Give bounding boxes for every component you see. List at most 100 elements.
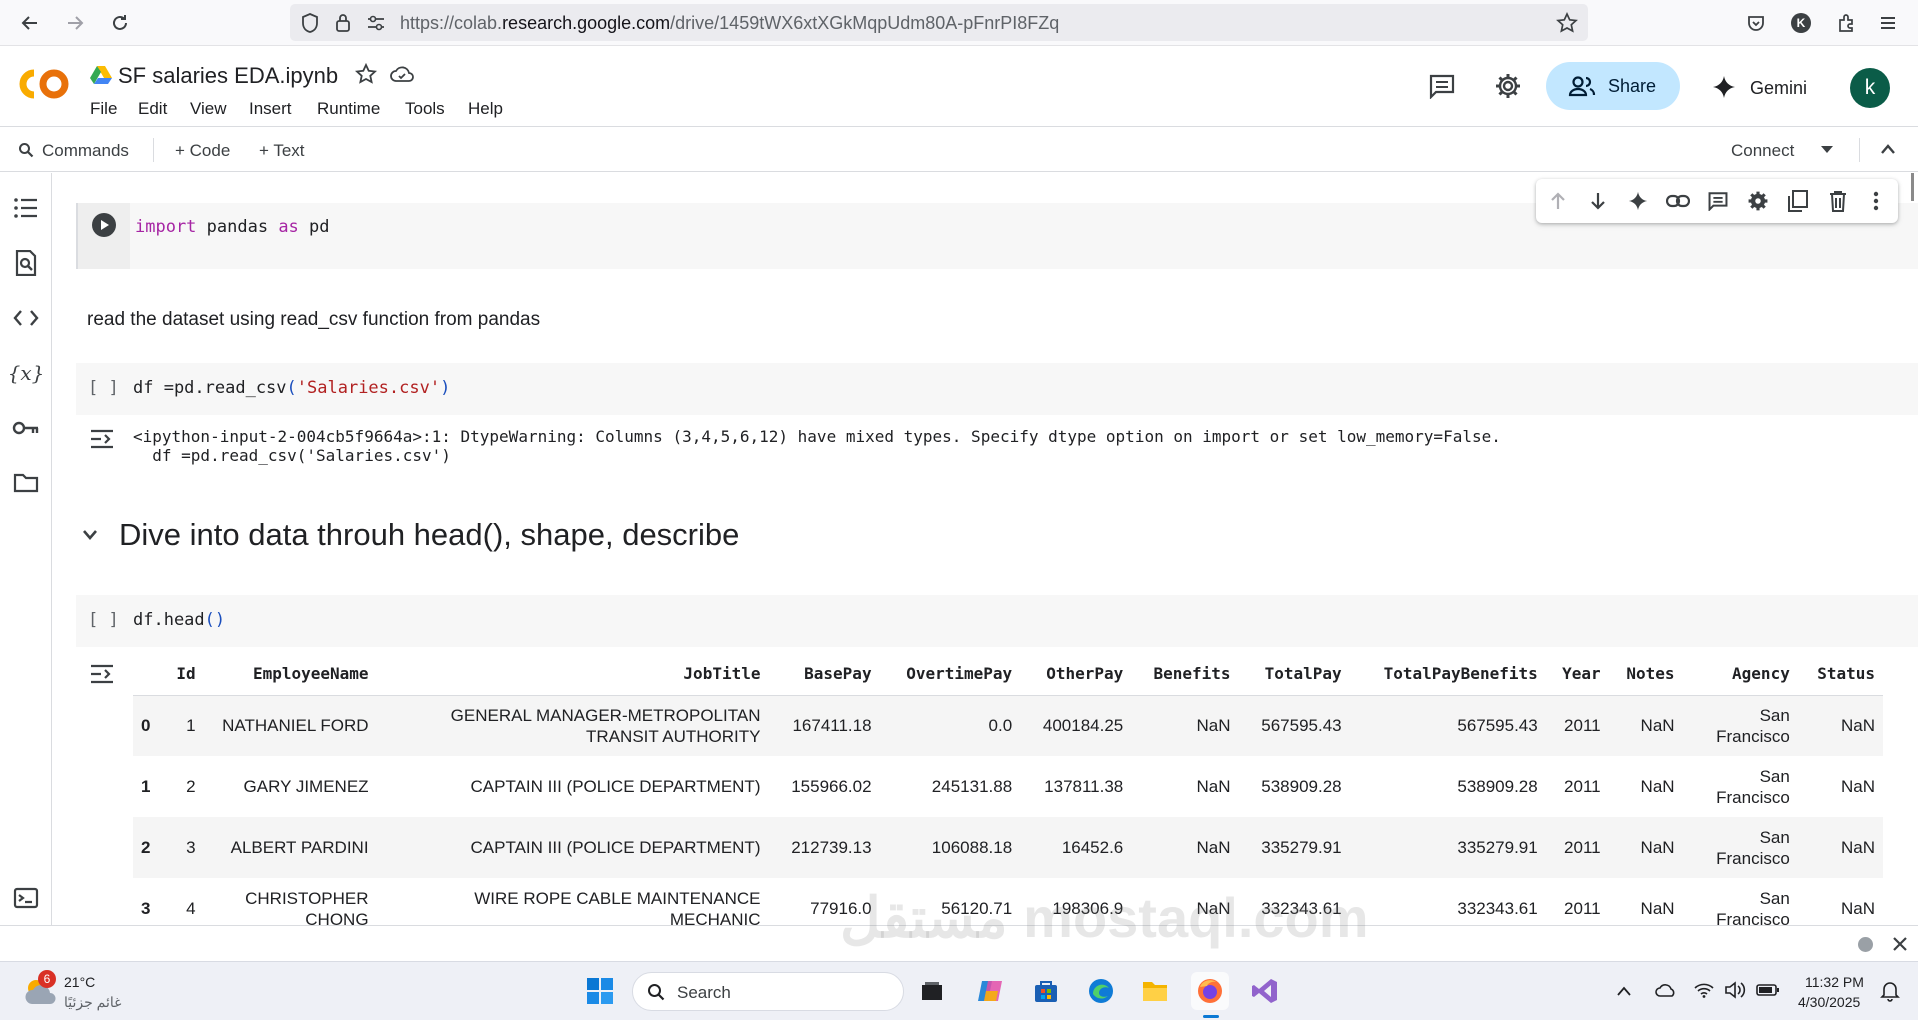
file-explorer-icon[interactable] [1136,972,1174,1010]
menu-insert[interactable]: Insert [249,99,292,119]
find-icon[interactable] [11,248,41,278]
code-icon[interactable] [11,303,41,333]
battery-icon[interactable] [1756,982,1780,998]
copilot-icon[interactable] [971,972,1009,1010]
section-heading: Dive into data throuh head(), shape, des… [119,517,740,552]
onedrive-icon[interactable] [1654,982,1678,998]
column-header [133,653,163,696]
menu-edit[interactable]: Edit [138,99,167,119]
bookmark-star-icon[interactable] [1556,12,1578,34]
clock-time[interactable]: 11:32 PM [1805,974,1864,990]
side-rail: {x} [0,173,52,925]
menu-icon[interactable] [1874,9,1902,37]
taskbar-search[interactable]: Search [632,972,904,1011]
column-header: Agency [1682,653,1798,696]
extensions-icon[interactable] [1832,9,1860,37]
mirror-cell-icon[interactable] [1786,189,1810,213]
gear-icon[interactable] [1746,189,1770,213]
arrow-down-icon[interactable] [1586,189,1610,213]
reload-icon[interactable] [106,9,134,37]
run-icon[interactable] [92,213,116,237]
weather-badge: 6 [38,970,56,988]
table-header-row: Id EmployeeName JobTitle BasePay Overtim… [133,653,1883,696]
comment-icon[interactable] [1428,73,1456,99]
code-line[interactable]: df =pd.read_csv('Salaries.csv') [133,378,450,398]
arrow-up-icon[interactable] [1546,189,1570,213]
avatar[interactable]: k [1850,68,1890,108]
wifi-icon[interactable] [1694,982,1714,998]
code-cell-2[interactable]: [ ] df =pd.read_csv('Salaries.csv') [76,363,1918,415]
temperature: 21°C [64,974,96,990]
table-cell: CAPTAIN III (POLICE DEPARTMENT) [376,817,769,878]
back-icon[interactable] [16,9,44,37]
scrollbar-thumb[interactable] [1911,173,1914,201]
visual-studio-icon[interactable] [1246,972,1284,1010]
folder-icon[interactable] [11,468,41,498]
column-header: Notes [1608,653,1683,696]
clock-date[interactable]: 4/30/2025 [1798,994,1860,1010]
close-icon[interactable] [1892,936,1908,952]
connect-button[interactable]: Connect [1731,141,1794,161]
output-toggle-icon[interactable] [89,663,115,685]
notifications-icon[interactable] [1880,980,1900,1002]
sparkle-icon[interactable] [1626,189,1650,213]
gear-icon[interactable] [1494,72,1522,100]
chevron-down-icon[interactable] [1820,145,1834,155]
key-icon[interactable] [11,413,41,443]
table-cell: 0.0 [879,695,1021,756]
site-settings-icon[interactable] [366,14,386,32]
menu-tools[interactable]: Tools [405,99,445,119]
link-icon[interactable] [1666,189,1690,213]
markdown-text: read the dataset using read_csv function… [87,309,541,330]
terminal-icon[interactable] [11,883,41,913]
table-cell: CHRISTOPHER CHONG [245,888,369,926]
people-icon [1568,75,1596,97]
edge-icon[interactable] [1082,972,1120,1010]
add-text-button[interactable]: + Text [259,141,305,161]
store-icon[interactable] [1027,972,1065,1010]
shield-icon[interactable] [300,12,320,34]
chevron-up-icon[interactable] [1617,986,1631,996]
menu-runtime[interactable]: Runtime [317,99,380,119]
menu-help[interactable]: Help [468,99,503,119]
share-button[interactable]: Share [1546,62,1680,110]
table-cell: 567595.43 [1349,695,1546,756]
code-line[interactable]: import pandas as pd [135,217,330,237]
task-view-icon[interactable] [913,972,951,1010]
comment-icon[interactable] [1706,189,1730,213]
trash-icon[interactable] [1826,189,1850,213]
output-toggle-icon[interactable] [89,428,115,450]
start-icon[interactable] [581,972,619,1010]
section-collapse-icon[interactable] [82,529,98,541]
cloud-icon[interactable] [390,65,414,83]
chevron-up-icon[interactable] [1880,143,1896,155]
menu-file[interactable]: File [90,99,117,119]
table-row: 1 2 GARY JIMENEZ CAPTAIN III (POLICE DEPART… [133,756,1883,817]
variables-icon[interactable]: {x} [8,358,45,388]
gemini-button[interactable]: Gemini [1750,78,1807,99]
more-icon[interactable] [1864,189,1888,213]
cell-toolbar [1536,179,1898,223]
firefox-icon[interactable] [1191,972,1229,1010]
add-code-button[interactable]: + Code [175,141,230,161]
toolbar-divider [153,138,154,162]
address-bar[interactable]: https://colab.research.google.com/drive/… [290,4,1588,41]
table-cell: San Francisco [1716,888,1790,926]
forward-icon[interactable] [61,9,89,37]
sparkle-icon[interactable] [1712,75,1736,99]
profile-icon[interactable]: K [1787,9,1815,37]
toc-icon[interactable] [11,193,41,223]
code-line[interactable]: df.head() [133,610,225,630]
commands-button[interactable]: Commands [42,141,129,161]
notebook-title[interactable]: SF salaries EDA.ipynb [118,63,338,89]
lock-icon[interactable] [334,12,352,34]
code-cell-3[interactable]: [ ] df.head() [76,595,1918,647]
volume-icon[interactable] [1724,981,1746,999]
column-header: EmployeeName [203,653,377,696]
table-cell: 4 [186,899,196,918]
menu-view[interactable]: View [190,99,227,119]
colab-logo[interactable] [18,67,70,101]
pocket-icon[interactable] [1742,9,1770,37]
search-label: Search [677,983,731,1002]
star-icon[interactable] [355,63,377,85]
